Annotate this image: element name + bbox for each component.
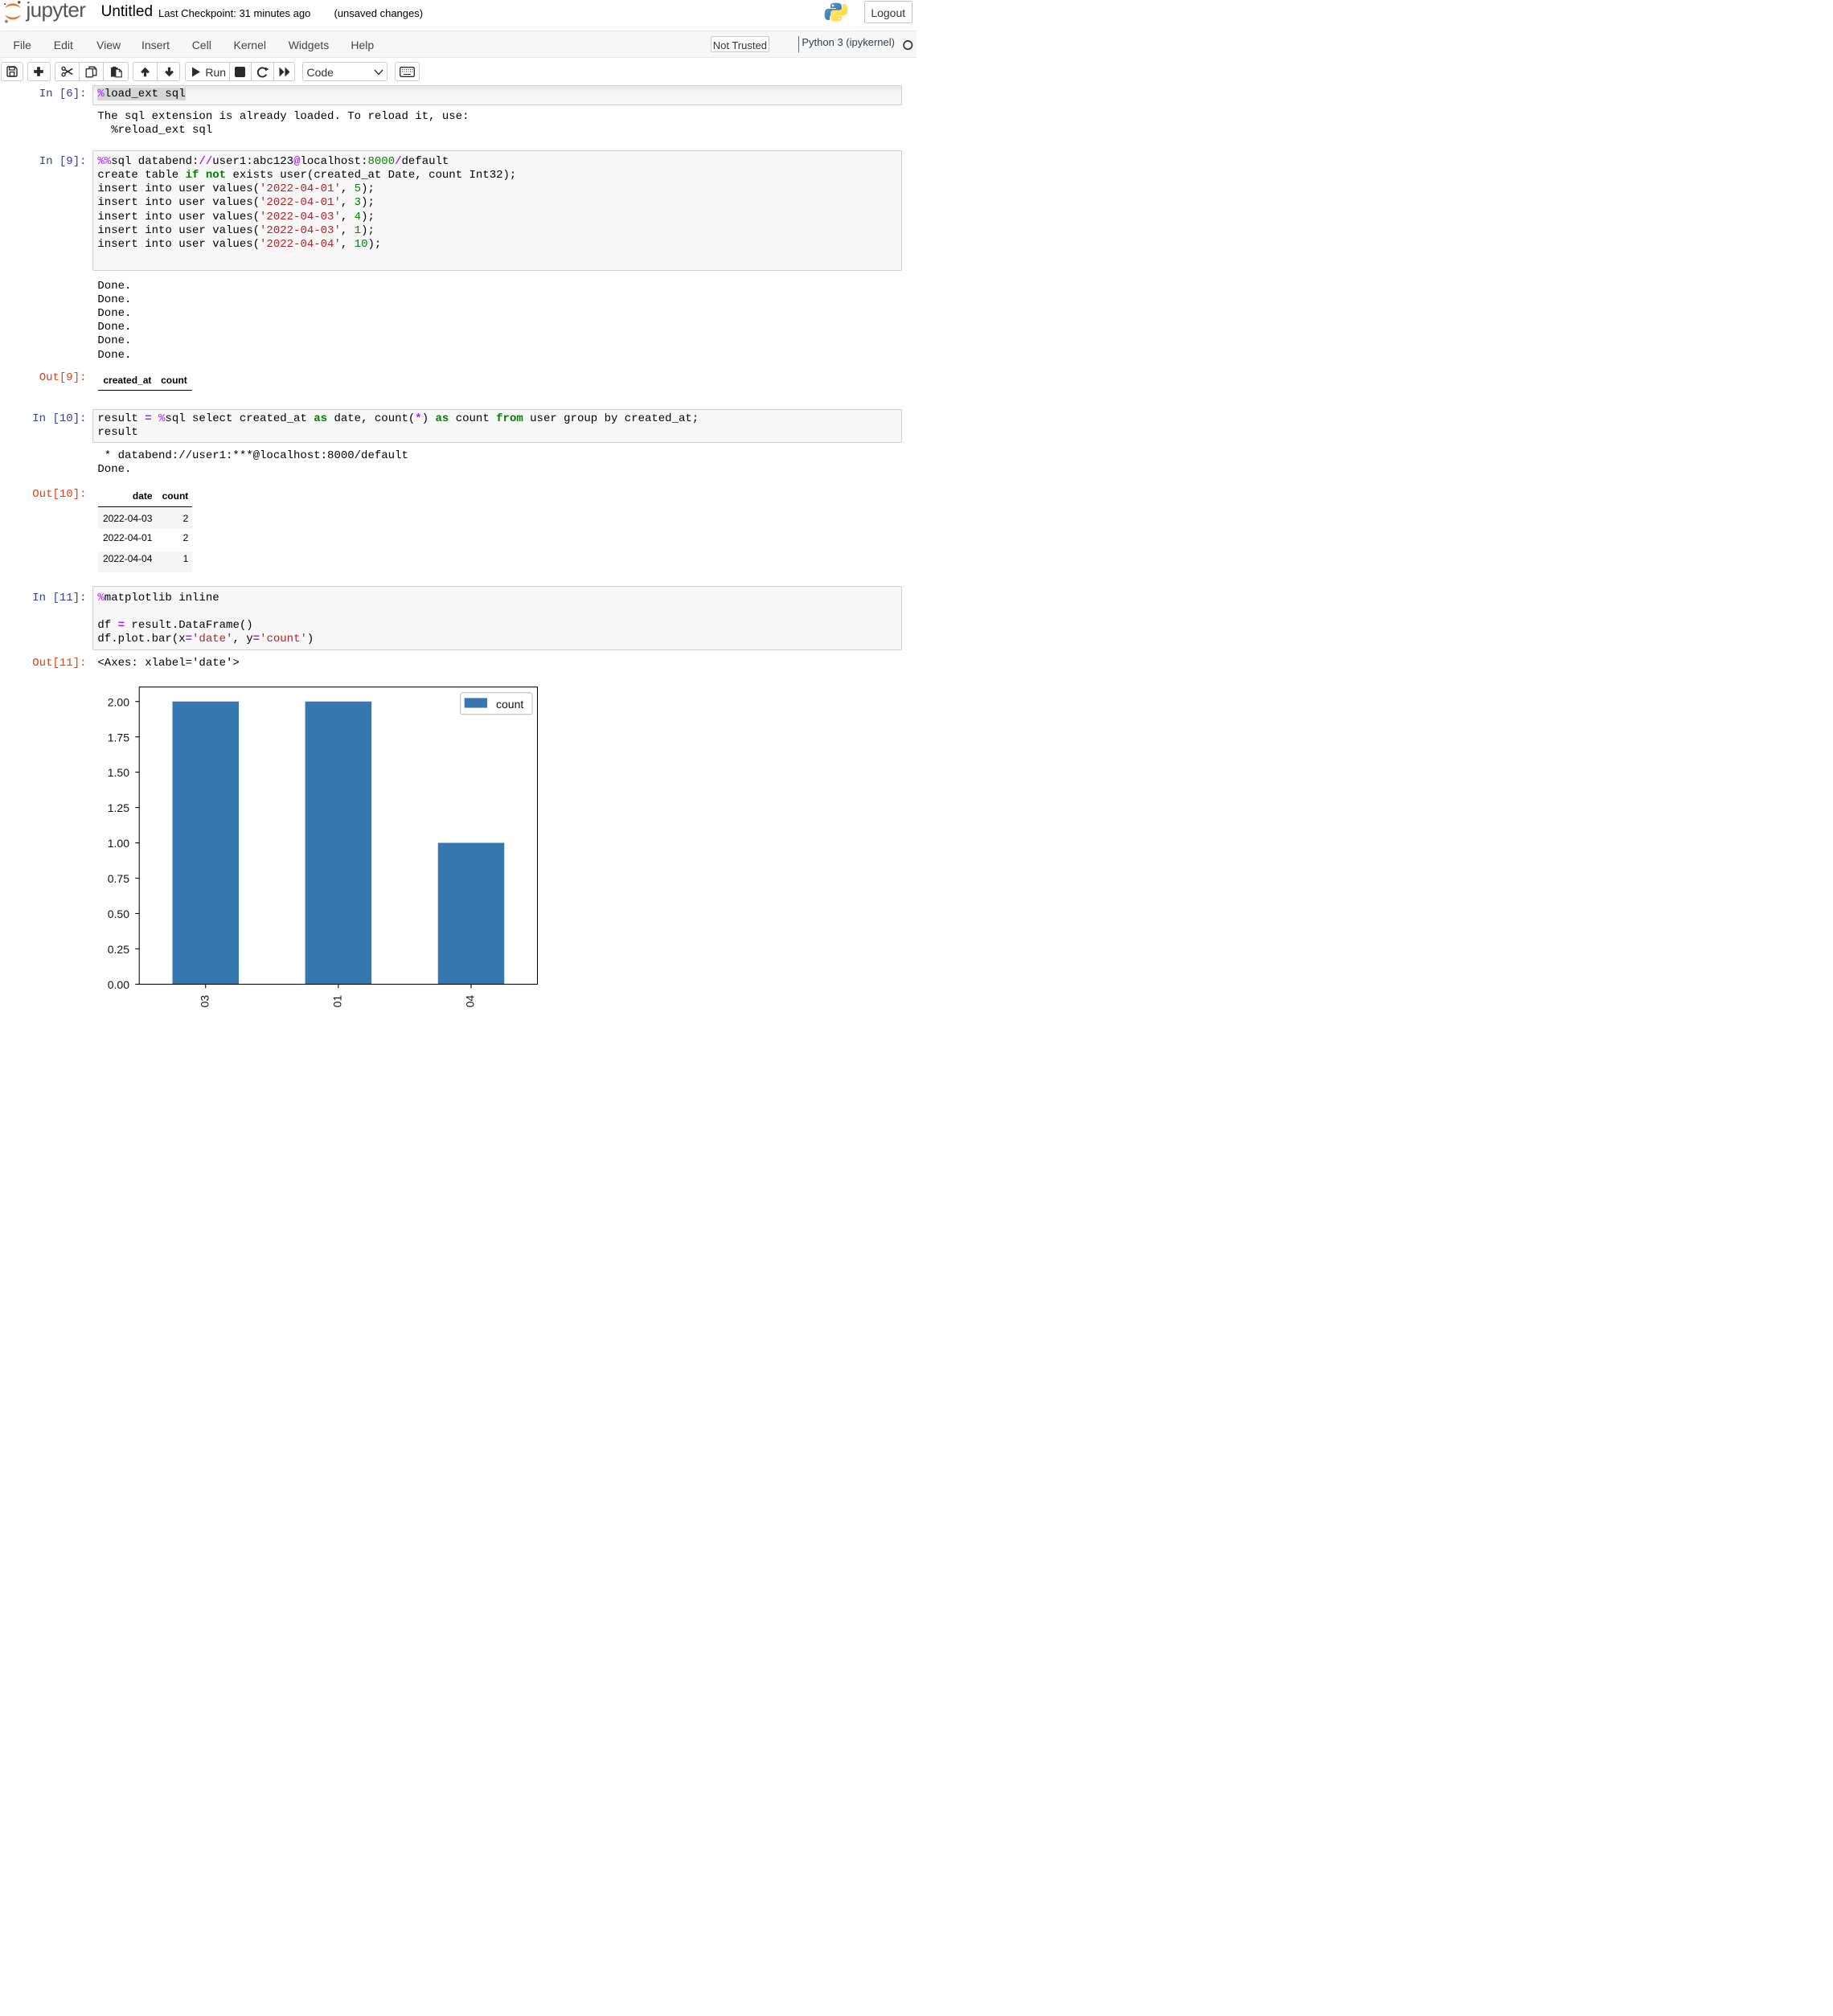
- svg-text:03: 03: [198, 995, 211, 1008]
- svg-text:2.00: 2.00: [108, 695, 129, 708]
- svg-text:1.25: 1.25: [108, 801, 129, 814]
- svg-text:count: count: [496, 698, 523, 711]
- svg-text:0.00: 0.00: [108, 978, 129, 991]
- svg-text:0.50: 0.50: [108, 908, 129, 920]
- svg-text:1.00: 1.00: [108, 837, 129, 850]
- svg-text:0.75: 0.75: [108, 872, 129, 885]
- svg-text:04: 04: [464, 995, 477, 1008]
- svg-text:0.25: 0.25: [108, 943, 129, 956]
- svg-text:01: 01: [330, 995, 343, 1008]
- svg-text:1.75: 1.75: [108, 731, 129, 744]
- svg-text:1.50: 1.50: [108, 766, 129, 779]
